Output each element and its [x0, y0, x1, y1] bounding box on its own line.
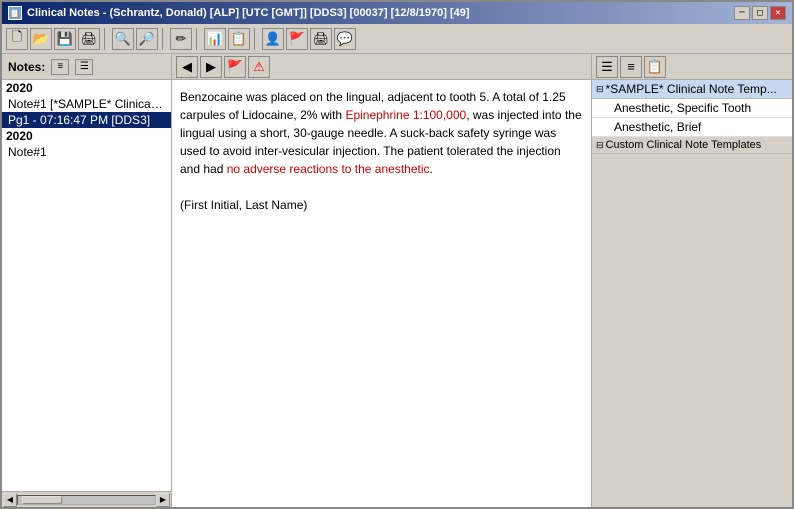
tb-print-btn[interactable]: 🖨 — [78, 28, 100, 50]
maximize-button[interactable]: □ — [752, 6, 768, 20]
horizontal-scrollbar[interactable]: ◀ ▶ — [2, 491, 171, 507]
tb-print2-btn[interactable]: 🖨 — [310, 28, 332, 50]
tb-edit-btn[interactable]: ✏ — [170, 28, 192, 50]
tb-zoom-btn[interactable]: 🔎 — [136, 28, 158, 50]
tb-save-btn[interactable]: 💾 — [54, 28, 76, 50]
rt-btn1[interactable]: ☰ — [596, 56, 618, 78]
center-toolbar: ◀ ▶ 🚩 ⚠ — [172, 54, 591, 80]
tb-grid-btn[interactable]: 📊 — [204, 28, 226, 50]
note-text-red: Epinephrine 1:100,000 — [345, 108, 466, 122]
notes-header: Notes: ≡ ☰ — [2, 54, 171, 80]
separator3 — [196, 28, 200, 50]
list-item[interactable]: 2020 — [2, 80, 171, 96]
ct-flag-btn[interactable]: 🚩 — [224, 56, 246, 78]
scroll-track[interactable] — [17, 495, 156, 505]
note-text-red2: no adverse reactions to the anesthetic — [227, 162, 430, 176]
scroll-right-btn[interactable]: ▶ — [156, 493, 170, 507]
ct-forward-btn[interactable]: ▶ — [200, 56, 222, 78]
expand-icon: ⊟ — [596, 84, 604, 95]
app-icon: 📋 — [8, 6, 22, 20]
notes-label: Notes: — [8, 60, 45, 74]
list-item[interactable]: Note#1 — [2, 144, 171, 160]
list-item[interactable]: Note#1 [*SAMPLE* Clinical Not — [2, 96, 171, 112]
center-panel: ◀ ▶ 🚩 ⚠ Benzocaine was placed on the lin… — [172, 54, 592, 507]
minimize-button[interactable]: ─ — [734, 6, 750, 20]
sample-template-label: *SAMPLE* Clinical Note Temp... — [606, 82, 777, 96]
tb-new-btn[interactable]: 🗋 — [6, 28, 28, 50]
title-bar: 📋 Clinical Notes - (Schrantz, Donald) [A… — [2, 2, 792, 24]
note-paragraph2: (First Initial, Last Name) — [180, 196, 583, 214]
notes-list[interactable]: 2020 Note#1 [*SAMPLE* Clinical Not Pg1 -… — [2, 80, 171, 491]
ct-warn-btn[interactable]: ⚠ — [248, 56, 270, 78]
template-item-anesthetic-brief[interactable]: Anesthetic, Brief — [592, 118, 792, 137]
expand-icon-custom: ⊟ — [596, 140, 604, 151]
notes-view-btn2[interactable]: ☰ — [75, 59, 93, 75]
list-item[interactable]: 2020 — [2, 128, 171, 144]
rt-btn2[interactable]: ≡ — [620, 56, 642, 78]
note-text-normal3: . — [430, 162, 433, 176]
tb-msg-btn[interactable]: 💬 — [334, 28, 356, 50]
template-item-label: Anesthetic, Specific Tooth — [614, 101, 751, 115]
ct-back-btn[interactable]: ◀ — [176, 56, 198, 78]
custom-templates-header[interactable]: ⊟ Custom Clinical Note Templates — [592, 137, 792, 154]
tb-search-btn[interactable]: 🔍 — [112, 28, 134, 50]
sample-template-header[interactable]: ⊟ *SAMPLE* Clinical Note Temp... — [592, 80, 792, 99]
template-item-anesthetic-specific[interactable]: Anesthetic, Specific Tooth — [592, 99, 792, 118]
tb-open-btn[interactable]: 📂 — [30, 28, 52, 50]
separator1 — [104, 28, 108, 50]
main-window: 📋 Clinical Notes - (Schrantz, Donald) [A… — [0, 0, 794, 509]
separator2 — [162, 28, 166, 50]
note-content-area: Benzocaine was placed on the lingual, ad… — [172, 80, 591, 507]
scroll-thumb[interactable] — [22, 496, 62, 504]
template-tree: ⊟ *SAMPLE* Clinical Note Temp... Anesthe… — [592, 80, 792, 507]
separator4 — [254, 28, 258, 50]
main-toolbar: 🗋 📂 💾 🖨 🔍 🔎 ✏ 📊 📋 👤 🚩 🖨 💬 — [2, 24, 792, 54]
tb-list-btn[interactable]: 📋 — [228, 28, 250, 50]
title-bar-left: 📋 Clinical Notes - (Schrantz, Donald) [A… — [8, 6, 470, 20]
scroll-left-btn[interactable]: ◀ — [3, 493, 17, 507]
rt-btn3[interactable]: 📋 — [644, 56, 666, 78]
right-panel: ☰ ≡ 📋 ⊟ *SAMPLE* Clinical Note Temp... A… — [592, 54, 792, 507]
left-panel: Notes: ≡ ☰ 2020 Note#1 [*SAMPLE* Clinica… — [2, 54, 172, 507]
notes-view-btn1[interactable]: ≡ — [51, 59, 69, 75]
custom-templates-label: Custom Clinical Note Templates — [606, 139, 762, 151]
right-toolbar: ☰ ≡ 📋 — [592, 54, 792, 80]
title-bar-controls: ─ □ ✕ — [734, 6, 786, 20]
close-button[interactable]: ✕ — [770, 6, 786, 20]
template-item-label: Anesthetic, Brief — [614, 120, 701, 134]
list-item-selected[interactable]: Pg1 - 07:16:47 PM [DDS3] — [2, 112, 171, 128]
tb-user-btn[interactable]: 👤 — [262, 28, 284, 50]
note-paragraph1: Benzocaine was placed on the lingual, ad… — [180, 88, 583, 178]
main-area: Notes: ≡ ☰ 2020 Note#1 [*SAMPLE* Clinica… — [2, 54, 792, 507]
window-title: Clinical Notes - (Schrantz, Donald) [ALP… — [27, 7, 470, 19]
tb-flag-btn[interactable]: 🚩 — [286, 28, 308, 50]
